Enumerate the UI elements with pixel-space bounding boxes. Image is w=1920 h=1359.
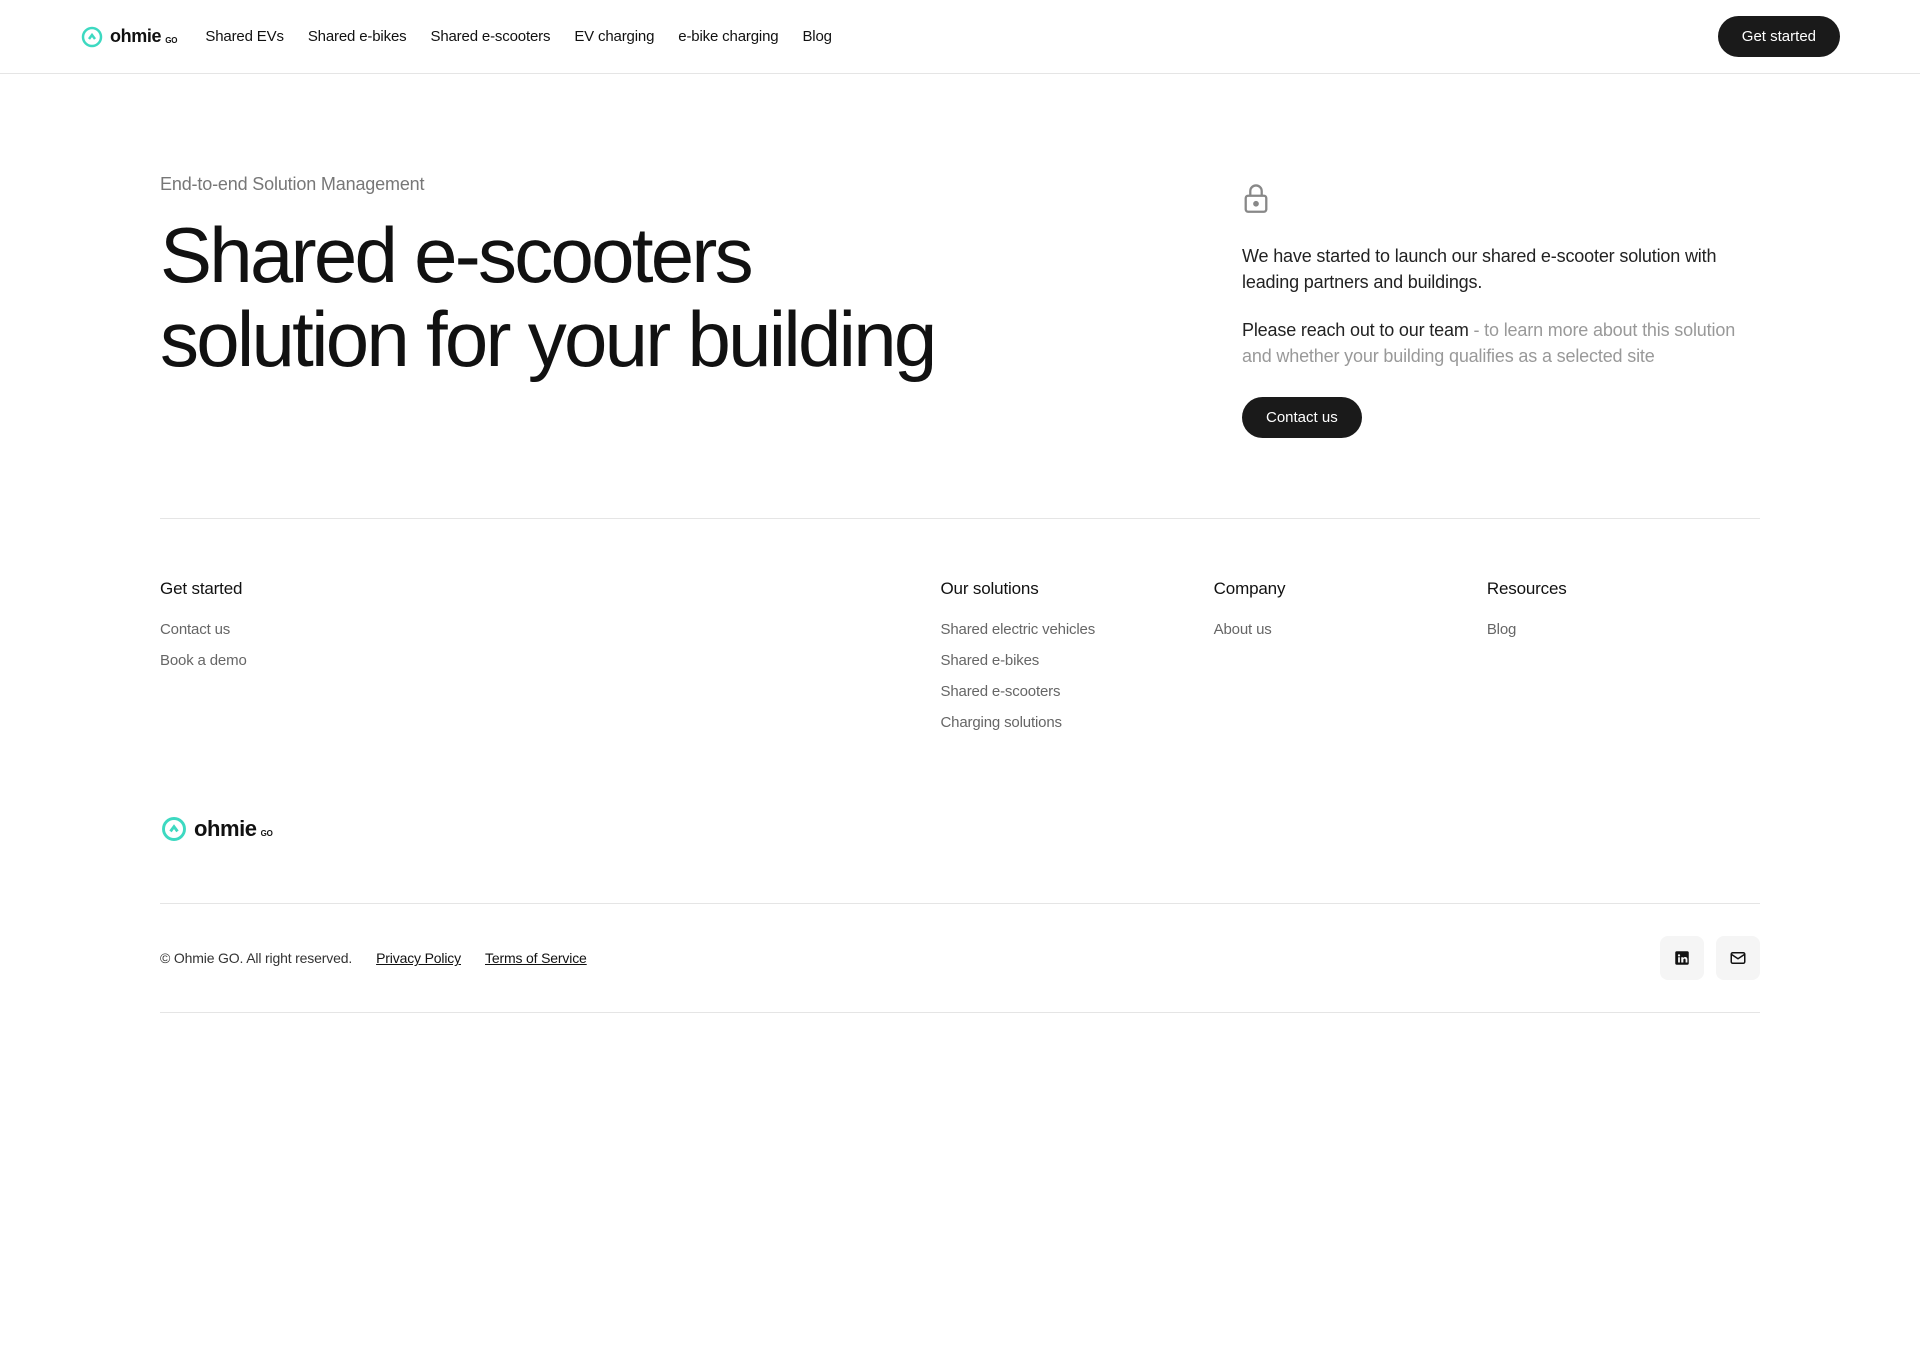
get-started-button[interactable]: Get started <box>1718 16 1840 57</box>
page-container: End-to-end Solution Management Shared e-… <box>80 74 1840 1013</box>
logo-text: ohmie <box>110 26 161 47</box>
lock-icon <box>1242 182 1270 214</box>
footer-heading-resources: Resources <box>1487 579 1760 599</box>
hero-title-line2: solution for your building <box>160 295 935 383</box>
logo-sub: GO <box>165 36 177 45</box>
footer-link-contact-us[interactable]: Contact us <box>160 621 940 638</box>
header-left: ohmie GO Shared EVs Shared e-bikes Share… <box>80 25 832 49</box>
footer-col-solutions: Our solutions Shared electric vehicles S… <box>940 579 1213 745</box>
footer-heading-company: Company <box>1214 579 1487 599</box>
footer-link-shared-evs[interactable]: Shared electric vehicles <box>940 621 1213 638</box>
hero-para1: We have started to launch our shared e-s… <box>1242 243 1760 295</box>
nav-ebike-charging[interactable]: e-bike charging <box>678 28 778 45</box>
privacy-policy-link[interactable]: Privacy Policy <box>376 950 461 966</box>
linkedin-icon <box>1673 949 1691 967</box>
hero-para2-strong: Please reach out to our team <box>1242 320 1469 340</box>
footer-col-company: Company About us <box>1214 579 1487 745</box>
footer-link-blog[interactable]: Blog <box>1487 621 1760 638</box>
main-nav: Shared EVs Shared e-bikes Shared e-scoot… <box>205 28 831 45</box>
footer-heading-solutions: Our solutions <box>940 579 1213 599</box>
nav-blog[interactable]: Blog <box>802 28 831 45</box>
social-icons <box>1660 936 1760 980</box>
contact-us-button[interactable]: Contact us <box>1242 397 1362 438</box>
email-button[interactable] <box>1716 936 1760 980</box>
hero-section: End-to-end Solution Management Shared e-… <box>160 74 1760 518</box>
terms-link[interactable]: Terms of Service <box>485 950 587 966</box>
nav-ev-charging[interactable]: EV charging <box>574 28 654 45</box>
footer-heading-get-started: Get started <box>160 579 940 599</box>
footer-link-shared-ebikes[interactable]: Shared e-bikes <box>940 652 1213 669</box>
nav-shared-escooters[interactable]: Shared e-scooters <box>430 28 550 45</box>
footer-logo-link[interactable]: ohmie GO <box>160 815 1760 843</box>
footer-link-about-us[interactable]: About us <box>1214 621 1487 638</box>
footer-col-resources: Resources Blog <box>1487 579 1760 745</box>
footer-logo-icon <box>160 815 188 843</box>
footer-logo-row: ohmie GO <box>160 815 1760 903</box>
nav-shared-evs[interactable]: Shared EVs <box>205 28 283 45</box>
footer-bottom: © Ohmie GO. All right reserved. Privacy … <box>160 903 1760 1013</box>
hero-right: We have started to launch our shared e-s… <box>1242 174 1760 438</box>
logo-link[interactable]: ohmie GO <box>80 25 177 49</box>
hero-title-line1: Shared e-scooters <box>160 211 751 299</box>
footer-bottom-left: © Ohmie GO. All right reserved. Privacy … <box>160 950 587 966</box>
logo-icon <box>80 25 104 49</box>
footer-link-charging[interactable]: Charging solutions <box>940 714 1213 731</box>
hero-left: End-to-end Solution Management Shared e-… <box>160 174 1122 438</box>
nav-shared-ebikes[interactable]: Shared e-bikes <box>308 28 407 45</box>
copyright-text: © Ohmie GO. All right reserved. <box>160 950 352 966</box>
hero-eyebrow: End-to-end Solution Management <box>160 174 1122 195</box>
hero-para2: Please reach out to our team - to learn … <box>1242 317 1760 369</box>
footer-logo-text: ohmie <box>194 816 257 842</box>
footer-link-book-demo[interactable]: Book a demo <box>160 652 940 669</box>
footer-link-shared-escooters[interactable]: Shared e-scooters <box>940 683 1213 700</box>
mail-icon <box>1729 949 1747 967</box>
hero-title: Shared e-scooters solution for your buil… <box>160 213 1122 381</box>
footer-logo-sub: GO <box>261 829 273 838</box>
footer-columns: Get started Contact us Book a demo Our s… <box>160 519 1760 815</box>
footer-col-get-started: Get started Contact us Book a demo <box>160 579 940 745</box>
site-header: ohmie GO Shared EVs Shared e-bikes Share… <box>0 0 1920 74</box>
linkedin-button[interactable] <box>1660 936 1704 980</box>
